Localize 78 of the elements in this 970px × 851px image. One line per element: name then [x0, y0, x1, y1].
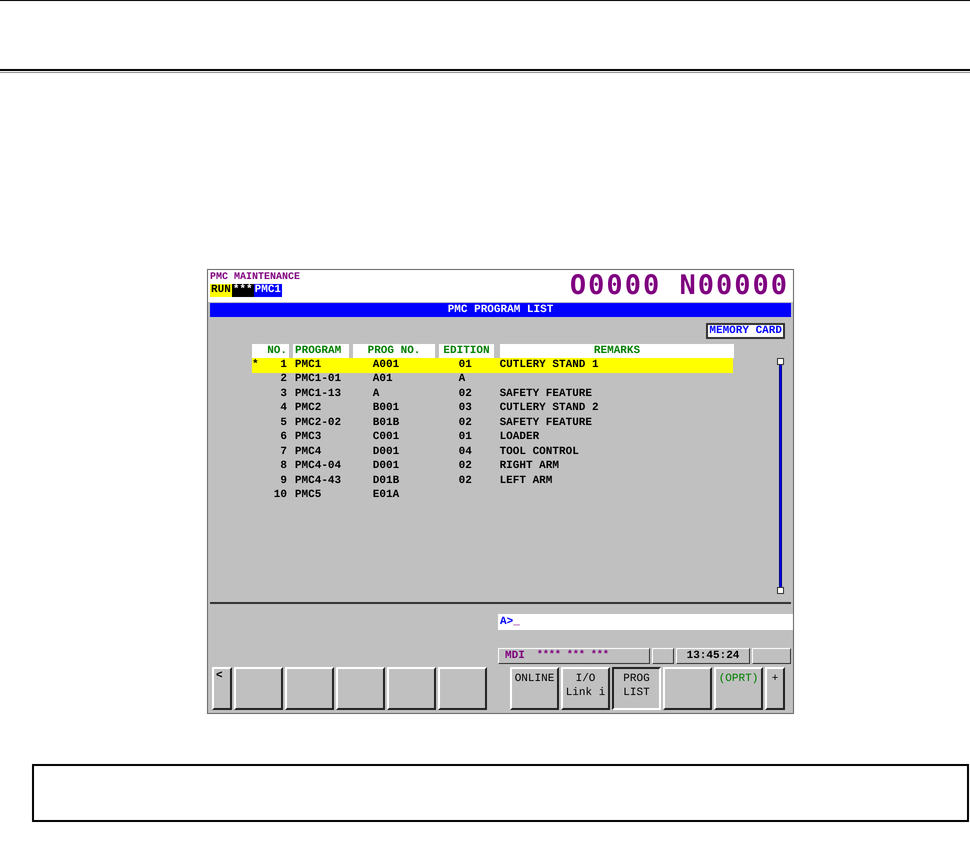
- status-field: [752, 648, 791, 664]
- table-cell: PMC4-43: [294, 474, 342, 487]
- softkey[interactable]: +: [765, 667, 785, 710]
- table-cell: A01: [372, 373, 393, 386]
- table-cell: 8: [280, 460, 287, 472]
- table-cell: 4: [280, 402, 287, 414]
- table-cell: LEFT ARM: [500, 474, 552, 487]
- table-cell: PMC4-04: [294, 460, 342, 472]
- table-cell: 7: [280, 446, 287, 458]
- table-cell: 04: [458, 446, 472, 458]
- table-cell: TOOL CONTROL: [500, 446, 579, 458]
- table-cell: 02: [458, 416, 472, 429]
- table-cell: 01: [458, 431, 472, 444]
- softkey[interactable]: [387, 667, 436, 710]
- table-cell: 02: [458, 388, 472, 400]
- table-cell: 1: [280, 358, 287, 371]
- prev-softkey[interactable]: <: [212, 667, 232, 710]
- table-cell: 9: [280, 474, 287, 487]
- input-prompt: A>: [500, 616, 514, 628]
- softkey[interactable]: I/O Link i: [561, 667, 610, 710]
- clock-time: 13:45:24: [676, 648, 750, 664]
- table-cell: D001: [372, 460, 400, 472]
- table-cell: PMC1-01: [294, 373, 342, 386]
- status-field: [652, 648, 674, 664]
- table-cell: PMC1-13: [294, 388, 342, 400]
- table-cell: PMC2-02: [294, 416, 342, 429]
- panel-title: PMC PROGRAM LIST: [210, 303, 791, 317]
- table-cell: 10: [274, 489, 287, 502]
- table-cell: PMC2: [294, 402, 322, 414]
- table-cell: C001: [372, 431, 400, 444]
- table-cell: 2: [280, 373, 287, 386]
- alarm-status: **** *** ***: [536, 651, 609, 661]
- table-cell: PMC1: [294, 358, 322, 371]
- softkey[interactable]: PROG LIST: [612, 667, 661, 710]
- softkey[interactable]: [438, 667, 487, 710]
- table-cell: SAFETY FEATURE: [500, 416, 592, 429]
- status-tag: ***: [232, 284, 254, 297]
- softkey[interactable]: [285, 667, 334, 710]
- row-marker: *: [252, 360, 259, 371]
- column-header: NO.: [252, 344, 289, 358]
- table-cell: A: [458, 373, 466, 386]
- column-header: PROG NO.: [353, 344, 435, 358]
- table-cell: 6: [280, 431, 287, 444]
- program-number: O0000 N00000: [570, 273, 790, 299]
- memory-card-label: MEMORY CARD: [706, 323, 785, 339]
- table-cell: D01B: [372, 474, 400, 487]
- table-cell: E01A: [372, 489, 400, 502]
- table-cell: 02: [458, 474, 472, 487]
- table-cell: PMC4: [294, 446, 322, 458]
- table-cell: D001: [372, 446, 400, 458]
- table-cell: SAFETY FEATURE: [500, 388, 592, 400]
- table-cell: RIGHT ARM: [500, 460, 559, 472]
- column-header: EDITION: [439, 344, 494, 358]
- table-cell: PMC5: [294, 489, 322, 502]
- softkey[interactable]: [336, 667, 385, 710]
- table-cell: PMC3: [294, 431, 322, 444]
- softkey[interactable]: ONLINE: [510, 667, 559, 710]
- status-tag: RUN: [210, 284, 232, 297]
- table-cell: LOADER: [500, 431, 540, 444]
- table-cell: A001: [372, 358, 400, 371]
- column-header: REMARKS: [500, 344, 734, 358]
- softkey[interactable]: [663, 667, 712, 710]
- table-cell: B01B: [372, 416, 400, 429]
- table-cell: 5: [280, 416, 287, 429]
- table-cell: 01: [458, 358, 472, 371]
- table-cell: A: [372, 388, 380, 400]
- mode-label: MDI: [505, 650, 525, 662]
- screen-title: PMC MAINTENANCE: [210, 273, 300, 283]
- table-cell: 02: [458, 460, 472, 472]
- table-cell: CUTLERY STAND 2: [500, 402, 599, 414]
- table-cell: 03: [458, 402, 472, 414]
- softkey[interactable]: [234, 667, 283, 710]
- column-header: PROGRAM: [293, 344, 349, 358]
- status-tag: PMC1: [254, 284, 282, 297]
- table-cell: 3: [280, 388, 287, 400]
- table-cell: B001: [372, 402, 400, 414]
- input-cursor: _: [513, 616, 520, 628]
- table-cell: CUTLERY STAND 1: [500, 358, 599, 371]
